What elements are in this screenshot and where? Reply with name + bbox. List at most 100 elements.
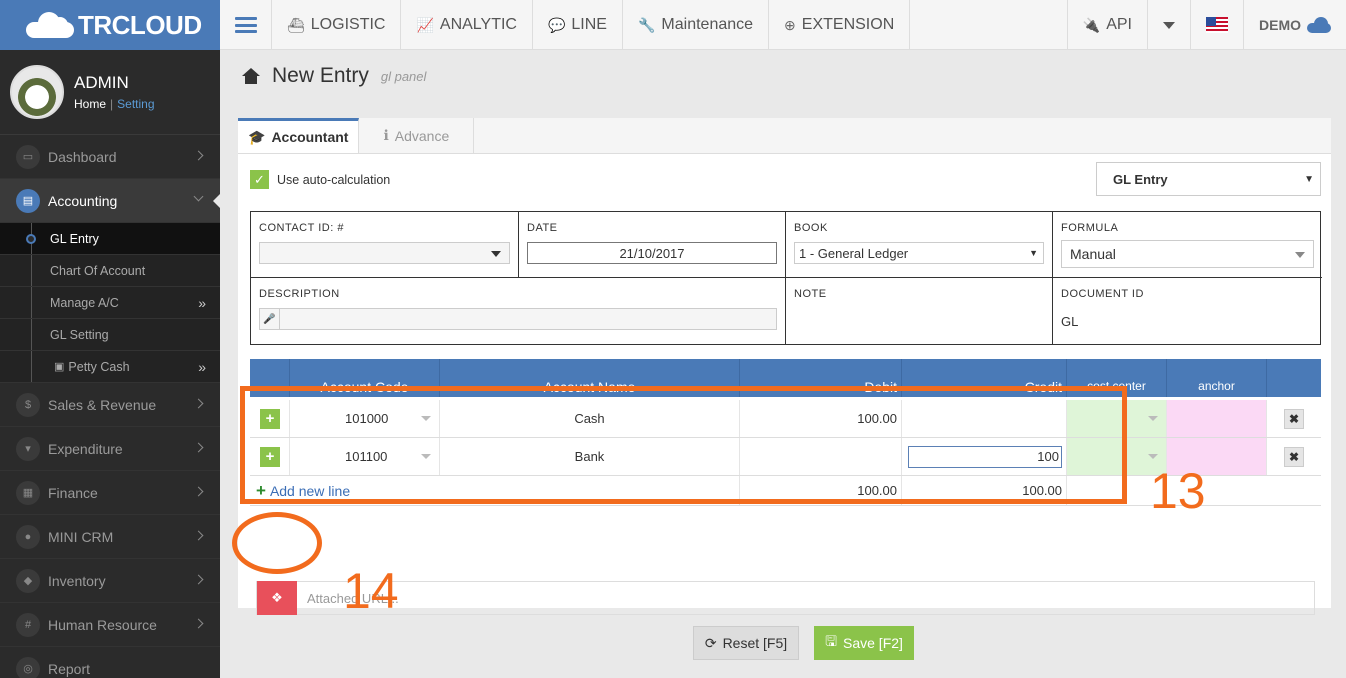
brand-logo[interactable]: TRCLOUD bbox=[0, 0, 220, 50]
top-navbar: ⛴ LOGISTIC 📈 ANALYTIC 💬 LINE 🔧 Maintenance ⊕… bbox=[220, 0, 1346, 50]
language-selector[interactable] bbox=[1191, 0, 1244, 50]
attachment-bar: ❖ Attached URL... bbox=[256, 581, 1315, 615]
sidebar-sub-gl-entry[interactable]: GL Entry bbox=[0, 223, 220, 255]
sidebar-item-human-resource[interactable]: # Human Resource bbox=[0, 603, 220, 647]
tab-advance[interactable]: ℹ Advance bbox=[359, 118, 475, 153]
caret-down-icon bbox=[1148, 416, 1158, 421]
setting-link[interactable]: Setting bbox=[117, 97, 154, 111]
col-anchor: anchor bbox=[1167, 359, 1267, 397]
wrench-icon: 🔧 bbox=[637, 16, 656, 33]
chevron-right-icon bbox=[193, 530, 204, 541]
document-id-value: GL bbox=[1061, 314, 1079, 329]
page-title: New Entry bbox=[272, 64, 369, 87]
sidebar-sub-manage-ac[interactable]: Manage A/C» bbox=[0, 287, 220, 319]
auto-calculation-option: ✓ Use auto-calculation bbox=[250, 170, 390, 189]
info-icon: ℹ bbox=[383, 127, 389, 143]
note-cell: NOTE bbox=[786, 278, 1053, 344]
sidebar-sub-petty-cash[interactable]: ▣ Petty Cash» bbox=[0, 351, 220, 383]
menu-toggle-button[interactable] bbox=[220, 0, 272, 50]
profile-name: ADMIN bbox=[74, 73, 129, 92]
save-button[interactable]: 🖫 Save [F2] bbox=[814, 626, 914, 660]
formula-select[interactable]: Manual bbox=[1061, 240, 1314, 268]
annotation-label-14: 14 bbox=[343, 563, 399, 619]
chevron-right-icon bbox=[193, 150, 204, 161]
hashtag-icon: # bbox=[16, 612, 40, 637]
sidebar-item-mini-crm[interactable]: ● MINI CRM bbox=[0, 515, 220, 559]
caret-down-icon: ▼ bbox=[1304, 173, 1314, 185]
auto-calculation-label: Use auto-calculation bbox=[277, 172, 391, 187]
users-icon: ● bbox=[16, 524, 40, 549]
description-input[interactable]: 🎤 bbox=[259, 308, 777, 330]
contact-select[interactable] bbox=[259, 242, 510, 264]
comments-icon: 💬 bbox=[547, 16, 566, 33]
nav-extension[interactable]: ⊕ EXTENSION bbox=[769, 0, 911, 50]
nav-maintenance[interactable]: 🔧 Maintenance bbox=[623, 0, 770, 50]
book-cell: BOOK 1 - General Ledger ▼ bbox=[786, 212, 1053, 278]
chevron-right-icon bbox=[193, 618, 204, 629]
annotation-label-13: 13 bbox=[1150, 463, 1206, 519]
tab-accountant[interactable]: 🎓 Accountant bbox=[238, 118, 360, 153]
entry-panel: 🎓 Accountant ℹ Advance ✓ Use auto-calculat… bbox=[238, 118, 1331, 660]
delete-line-button[interactable]: ✖ bbox=[1284, 408, 1304, 429]
nav-dropdown-button[interactable] bbox=[1148, 0, 1191, 50]
formula-cell: FORMULA Manual bbox=[1053, 212, 1322, 278]
sidebar-item-report[interactable]: ◎ Report bbox=[0, 647, 220, 678]
annotation-rectangle bbox=[240, 386, 1127, 504]
plug-icon: 🔌 bbox=[1082, 16, 1101, 33]
date-cell: DATE 21/10/2017 bbox=[519, 212, 786, 278]
caret-down-icon bbox=[1295, 252, 1305, 258]
microphone-icon[interactable]: 🎤 bbox=[260, 309, 280, 329]
dollar-icon: $ bbox=[16, 392, 40, 417]
report-icon: ◎ bbox=[16, 656, 40, 678]
auto-calculation-checkbox[interactable]: ✓ bbox=[250, 170, 269, 189]
nav-line[interactable]: 💬 LINE bbox=[533, 0, 623, 50]
sidebar-item-finance[interactable]: ▦ Finance bbox=[0, 471, 220, 515]
sidebar-item-accounting[interactable]: ▤ Accounting bbox=[0, 179, 220, 223]
page-subtitle: gl panel bbox=[380, 68, 427, 84]
sidebar-sub-gl-setting[interactable]: GL Setting bbox=[0, 319, 220, 351]
desktop-icon: ▭ bbox=[16, 144, 40, 169]
ship-icon: ⛴ bbox=[287, 16, 305, 33]
nav-api[interactable]: 🔌 API bbox=[1068, 0, 1148, 50]
user-menu[interactable]: DEMO bbox=[1244, 0, 1346, 50]
entry-type-select[interactable]: GL Entry ▼ bbox=[1096, 162, 1321, 196]
dropbox-icon[interactable]: ❖ bbox=[257, 581, 297, 615]
home-icon[interactable] bbox=[242, 68, 260, 84]
nav-analytic[interactable]: 📈 ANALYTIC bbox=[401, 0, 533, 50]
chevron-right-icon bbox=[193, 486, 204, 497]
book-select[interactable]: 1 - General Ledger ▼ bbox=[794, 242, 1044, 264]
cart-icon: ▾ bbox=[16, 436, 40, 461]
cloud-icon bbox=[1307, 17, 1331, 33]
sidebar-item-dashboard[interactable]: ▭ Dashboard bbox=[0, 135, 220, 179]
document-id-cell: DOCUMENT ID GL bbox=[1053, 278, 1322, 344]
double-chevron-right-icon: » bbox=[198, 358, 206, 375]
floppy-icon: 🖫 bbox=[825, 633, 837, 649]
us-flag-icon bbox=[1206, 17, 1228, 33]
plus-circle-icon: ⊕ bbox=[784, 16, 796, 33]
home-link[interactable]: Home bbox=[74, 97, 106, 111]
annotation-oval bbox=[232, 512, 322, 574]
entry-header-form: CONTACT ID: # DATE 21/10/2017 BOOK 1 - G… bbox=[250, 211, 1322, 345]
nav-logistic[interactable]: ⛴ LOGISTIC bbox=[272, 0, 402, 50]
sidebar-sub-chart-of-account[interactable]: Chart Of Account bbox=[0, 255, 220, 287]
accounting-submenu: GL Entry Chart Of Account Manage A/C» GL… bbox=[0, 223, 220, 383]
brand-name: TRCLOUD bbox=[78, 9, 202, 40]
description-cell: DESCRIPTION 🎤 bbox=[251, 278, 786, 344]
caret-down-icon bbox=[1163, 21, 1175, 29]
caret-down-icon bbox=[491, 251, 501, 257]
sidebar-item-expenditure[interactable]: ▾ Expenditure bbox=[0, 427, 220, 471]
contact-cell: CONTACT ID: # bbox=[251, 212, 519, 278]
delete-line-button[interactable]: ✖ bbox=[1284, 446, 1304, 467]
sidebar-item-inventory[interactable]: ◆ Inventory bbox=[0, 559, 220, 603]
sidebar-item-sales-revenue[interactable]: $ Sales & Revenue bbox=[0, 383, 220, 427]
reset-button[interactable]: ⟳ Reset [F5] bbox=[693, 626, 799, 660]
chevron-right-icon bbox=[193, 574, 204, 585]
line-chart-icon: 📈 bbox=[416, 16, 434, 33]
avatar[interactable] bbox=[10, 65, 64, 119]
caret-down-icon bbox=[1148, 454, 1158, 459]
cubes-icon: ◆ bbox=[16, 568, 40, 593]
chevron-right-icon bbox=[193, 442, 204, 453]
date-input[interactable]: 21/10/2017 bbox=[527, 242, 777, 264]
anchor-input[interactable] bbox=[1167, 400, 1267, 437]
refresh-icon: ⟳ bbox=[704, 634, 717, 651]
